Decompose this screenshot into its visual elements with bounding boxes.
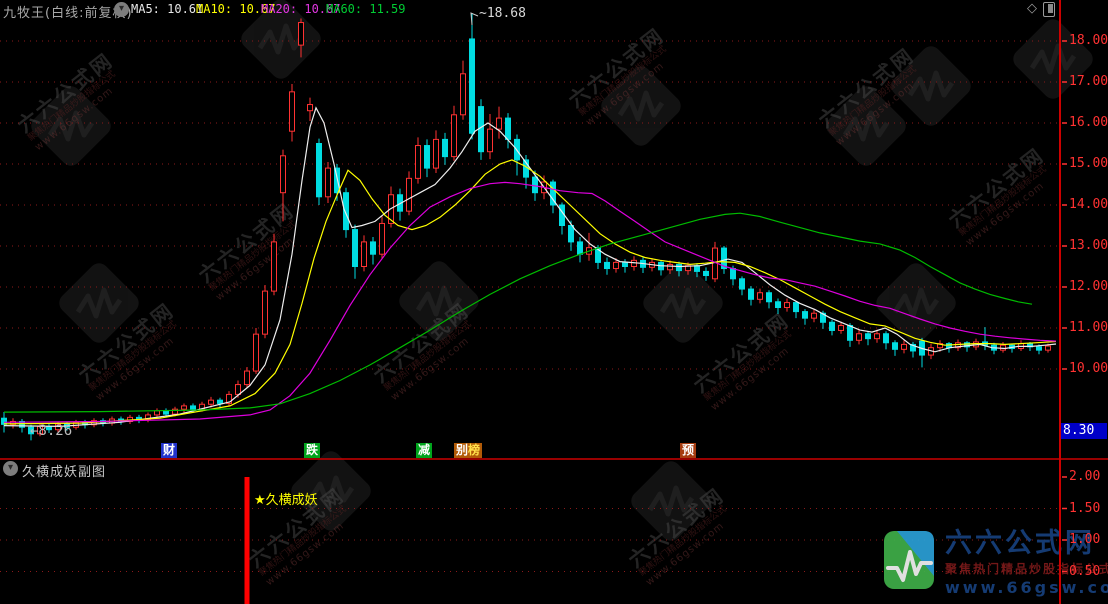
pulse-logo-icon [883,530,935,590]
event-badge: 别榜 [454,443,482,458]
event-badge: 跌 [304,443,320,458]
logo-brand-text: 六六公式网 [945,530,1108,558]
event-badge: 减 [416,443,432,458]
chevron-down-icon[interactable]: ▾ [114,2,129,17]
diamond-icon[interactable]: ◇ [1027,1,1037,16]
logo-tagline: 聚焦热门精品炒股指标公式 [945,561,1108,577]
stock-title: 九牧王(白线:前复权) [3,2,133,21]
signal-label: ★久横成妖 [254,489,318,508]
event-badge: 预 [680,443,696,458]
logo-url: www.66gsw.com [945,579,1108,597]
peak-price-annotation: ~18.68 [479,6,526,21]
event-badge: 财 [161,443,177,458]
page-icon[interactable] [1043,2,1055,17]
ma-label: MA5: 10.61 [131,2,203,16]
chevron-down-icon[interactable]: ▾ [3,461,18,476]
subchart-title: 久横成妖副图 [22,461,106,480]
ma-label: MA60: 11.59 [326,2,405,16]
app-window: 六六公式网聚焦热门精品炒股指标公式www.66gsw.com六六公式网聚焦热门精… [0,0,1108,604]
low-price-annotation: ←8.26 [30,423,72,439]
site-logo: 六六公式网 聚焦热门精品炒股指标公式 www.66gsw.com [883,530,1108,597]
